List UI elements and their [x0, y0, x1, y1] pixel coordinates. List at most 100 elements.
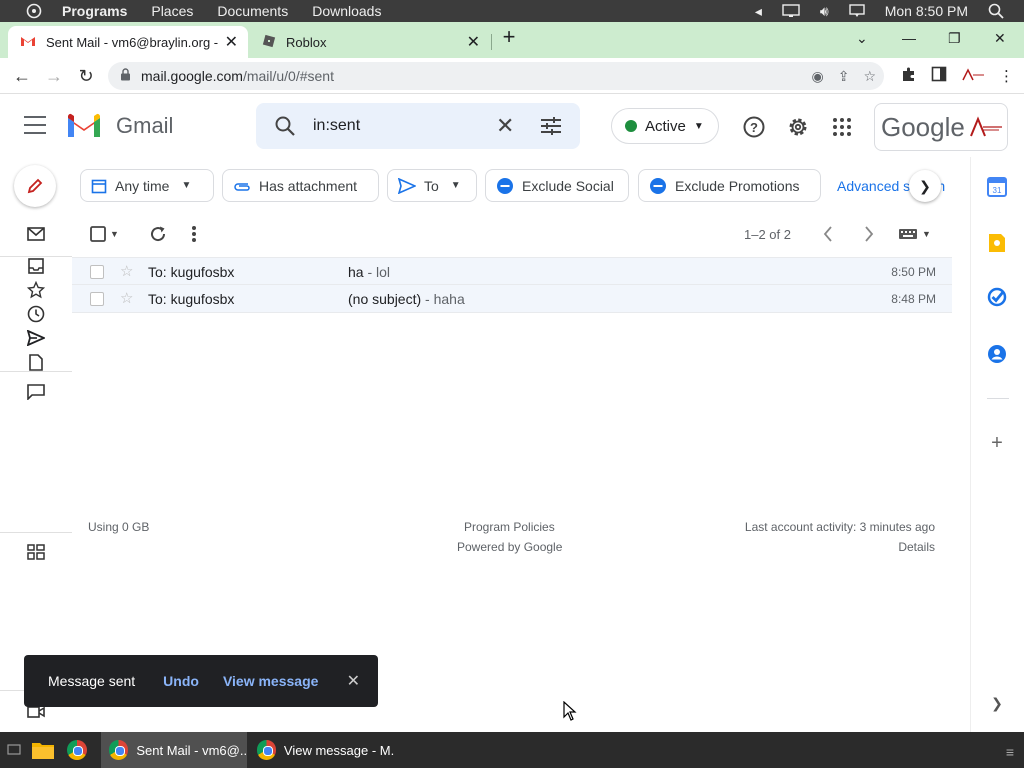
- email-snippet[interactable]: - lol: [364, 264, 390, 280]
- apps-grid-icon[interactable]: [830, 115, 854, 139]
- email-subject-line[interactable]: ha - lol: [348, 264, 390, 280]
- chip-exclude-social[interactable]: Exclude Social: [485, 169, 629, 202]
- row-checkbox[interactable]: [90, 265, 104, 279]
- main-menu-icon[interactable]: [24, 116, 46, 134]
- window-close-icon[interactable]: ✕: [994, 22, 1006, 54]
- more-vertical-icon[interactable]: [191, 225, 197, 243]
- bookmark-star-icon[interactable]: ☆: [863, 68, 876, 85]
- side-panel-icon[interactable]: [931, 66, 947, 86]
- profile-avatar[interactable]: [961, 68, 985, 84]
- new-tab-plus-icon[interactable]: +: [498, 24, 520, 49]
- volume-icon[interactable]: 🔊︎: [820, 3, 829, 20]
- speaker-left-icon[interactable]: ◂: [755, 3, 762, 20]
- chevron-down-icon[interactable]: ▼: [110, 229, 119, 239]
- star-icon[interactable]: ☆: [120, 262, 133, 280]
- forward-arrow-icon[interactable]: →: [42, 64, 66, 88]
- sent-icon[interactable]: [26, 328, 46, 348]
- email-recipient[interactable]: To: kugufosbx: [148, 291, 234, 307]
- chevron-down-icon[interactable]: ▼: [922, 229, 931, 239]
- email-recipient[interactable]: To: kugufosbx: [148, 264, 234, 280]
- taskbar-menu-icon[interactable]: ≡: [1006, 744, 1014, 760]
- search-icon[interactable]: [274, 115, 296, 142]
- close-icon[interactable]: ✕: [467, 32, 480, 52]
- reload-icon[interactable]: ↻: [74, 64, 98, 88]
- tab-sent-mail[interactable]: Sent Mail - vm6@braylin.org - E ✕: [8, 26, 248, 58]
- clear-search-icon[interactable]: ✕: [496, 113, 514, 139]
- tab-roblox[interactable]: Roblox ✕: [250, 26, 492, 58]
- google-account-button[interactable]: Google: [874, 103, 1008, 151]
- tab-search-chevron-icon[interactable]: ⌄: [856, 22, 868, 54]
- show-desktop-icon[interactable]: [0, 736, 28, 764]
- contacts-icon[interactable]: [987, 344, 1007, 364]
- help-icon[interactable]: ?: [742, 115, 766, 139]
- table-row[interactable]: ☆ To: kugufosbx ha - lol 8:50 PM: [72, 257, 952, 285]
- search-bar[interactable]: in:sent ✕: [256, 103, 580, 149]
- chip-to[interactable]: To ▼: [387, 169, 477, 202]
- chevron-right-icon[interactable]: ❯: [909, 170, 941, 202]
- starred-icon[interactable]: [26, 280, 46, 300]
- refresh-icon[interactable]: [149, 225, 167, 243]
- file-manager-folder-icon[interactable]: [29, 736, 57, 764]
- eye-icon[interactable]: ◉: [811, 68, 823, 85]
- os-logo-icon[interactable]: [24, 3, 44, 19]
- notification-icon[interactable]: [849, 4, 865, 18]
- settings-gear-icon[interactable]: [786, 115, 810, 139]
- search-input[interactable]: in:sent: [313, 117, 360, 135]
- prev-page-icon[interactable]: [823, 225, 833, 243]
- storage-usage[interactable]: Using 0 GB: [88, 520, 149, 534]
- program-policies-link[interactable]: Program Policies: [464, 520, 555, 534]
- share-icon[interactable]: ⇪: [838, 68, 850, 85]
- status-dropdown[interactable]: Active ▼: [611, 108, 719, 144]
- add-plus-icon[interactable]: +: [987, 432, 1007, 454]
- gmail-logo-icon[interactable]: [66, 112, 102, 144]
- details-link[interactable]: Details: [898, 540, 935, 554]
- chevron-right-icon[interactable]: ❯: [987, 693, 1007, 713]
- undo-button[interactable]: Undo: [163, 673, 199, 689]
- os-menu-places[interactable]: Places: [151, 3, 193, 19]
- close-icon[interactable]: ✕: [347, 671, 360, 691]
- tasks-icon[interactable]: [987, 287, 1007, 307]
- email-subject[interactable]: ha: [348, 264, 364, 280]
- os-menu-documents[interactable]: Documents: [217, 3, 288, 19]
- drafts-icon[interactable]: [26, 352, 46, 372]
- search-options-icon[interactable]: [540, 116, 562, 141]
- snoozed-clock-icon[interactable]: [26, 304, 46, 324]
- chip-has-attachment[interactable]: Has attachment: [222, 169, 379, 202]
- star-icon[interactable]: ☆: [120, 289, 133, 307]
- row-checkbox[interactable]: [90, 292, 104, 306]
- inbox-icon[interactable]: [26, 256, 46, 276]
- chip-exclude-promotions[interactable]: Exclude Promotions: [638, 169, 821, 202]
- input-tools-keyboard-icon[interactable]: ▼: [898, 225, 931, 243]
- compose-button[interactable]: [14, 165, 56, 207]
- select-all-checkbox[interactable]: ▼: [90, 225, 119, 243]
- extensions-puzzle-icon[interactable]: [901, 66, 917, 86]
- close-icon[interactable]: ✕: [225, 32, 238, 52]
- email-snippet[interactable]: - haha: [421, 291, 465, 307]
- chrome-launcher-icon[interactable]: [63, 736, 91, 764]
- mail-icon[interactable]: [26, 224, 46, 244]
- network-icon[interactable]: [782, 4, 800, 18]
- chip-any-time[interactable]: Any time ▼: [80, 169, 214, 202]
- more-menu-icon[interactable]: ⋮: [999, 67, 1014, 85]
- view-message-button[interactable]: View message: [223, 673, 318, 689]
- next-page-icon[interactable]: [864, 225, 874, 243]
- spaces-icon[interactable]: [26, 542, 46, 562]
- keep-icon[interactable]: [987, 233, 1007, 253]
- os-menu-downloads[interactable]: Downloads: [312, 3, 381, 19]
- restore-icon[interactable]: ❐: [948, 22, 961, 54]
- lock-icon[interactable]: [120, 68, 131, 84]
- clock[interactable]: Mon 8:50 PM: [885, 3, 968, 19]
- minimize-icon[interactable]: —: [902, 22, 916, 54]
- address-bar[interactable]: mail.google.com/mail/u/0/#sent ◉ ⇪ ☆: [108, 62, 884, 90]
- table-row[interactable]: ☆ To: kugufosbx (no subject) - haha 8:48…: [72, 285, 952, 313]
- chat-icon[interactable]: [26, 382, 46, 402]
- taskbar-task-view-message[interactable]: View message - M...: [249, 732, 395, 768]
- taskbar-task-sent-mail[interactable]: Sent Mail - vm6@...: [101, 732, 247, 768]
- os-search-icon[interactable]: [988, 3, 1004, 19]
- gmail-brand[interactable]: Gmail: [116, 113, 173, 139]
- back-arrow-icon[interactable]: ←: [10, 64, 34, 88]
- calendar-icon[interactable]: 31: [987, 177, 1007, 197]
- email-subject-line[interactable]: (no subject) - haha: [348, 291, 465, 307]
- os-menu-programs[interactable]: Programs: [62, 3, 127, 19]
- email-subject[interactable]: (no subject): [348, 291, 421, 307]
